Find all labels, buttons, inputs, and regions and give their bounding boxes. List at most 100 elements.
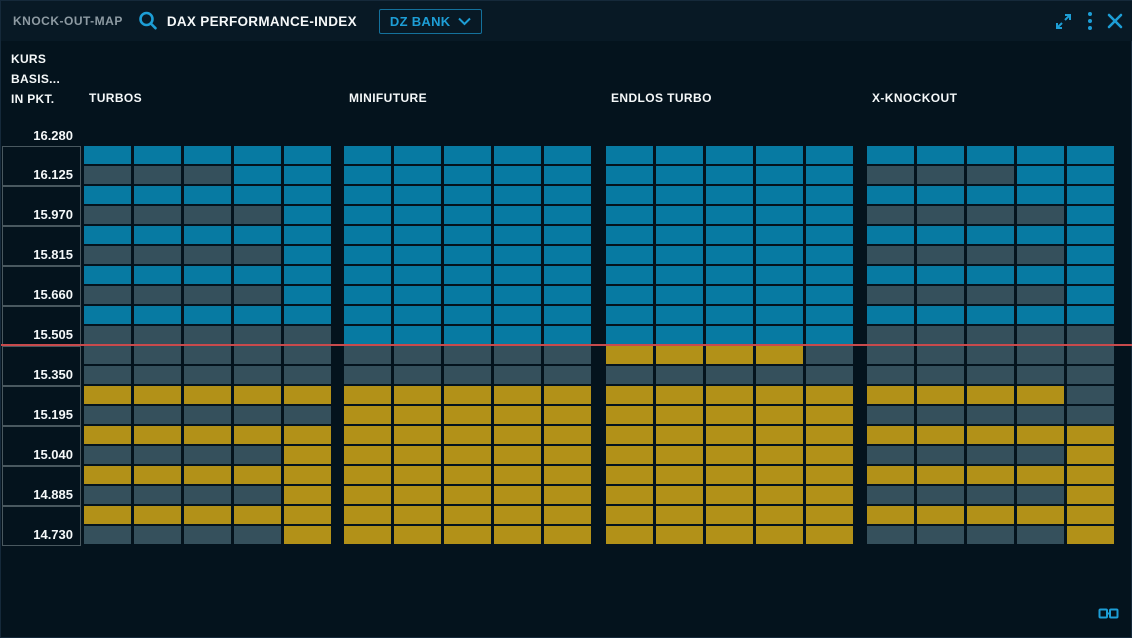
ko-cell-put-short-product[interactable] (84, 426, 131, 444)
ko-cell-put-short-product[interactable] (494, 506, 541, 524)
ko-cell-put-short-product[interactable] (656, 526, 703, 544)
ko-cell-call-long-product[interactable] (1067, 166, 1114, 184)
issuer-dropdown[interactable]: DZ BANK (379, 9, 483, 34)
ko-cell-put-short-product[interactable] (544, 406, 591, 424)
ko-cell-call-long-product[interactable] (806, 306, 853, 324)
ko-cell-put-short-product[interactable] (706, 486, 753, 504)
ko-cell-put-short-product[interactable] (606, 426, 653, 444)
ko-cell-call-long-product[interactable] (134, 146, 181, 164)
ko-cell-put-short-product[interactable] (444, 386, 491, 404)
ko-cell-put-short-product[interactable] (84, 466, 131, 484)
ko-cell-call-long-product[interactable] (444, 206, 491, 224)
ko-cell-call-long-product[interactable] (394, 226, 441, 244)
ko-cell-put-short-product[interactable] (656, 466, 703, 484)
ko-cell-call-long-product[interactable] (756, 306, 803, 324)
ko-cell-put-short-product[interactable] (394, 526, 441, 544)
ko-cell-call-long-product[interactable] (917, 226, 964, 244)
ko-cell-call-long-product[interactable] (606, 146, 653, 164)
ko-cell-call-long-product[interactable] (284, 286, 331, 304)
ko-cell-call-long-product[interactable] (234, 166, 281, 184)
ko-cell-put-short-product[interactable] (1067, 446, 1114, 464)
ko-cell-put-short-product[interactable] (1017, 426, 1064, 444)
ko-cell-call-long-product[interactable] (344, 166, 391, 184)
ko-cell-call-long-product[interactable] (444, 146, 491, 164)
ko-cell-call-long-product[interactable] (806, 226, 853, 244)
ko-cell-put-short-product[interactable] (656, 346, 703, 364)
ko-cell-put-short-product[interactable] (394, 426, 441, 444)
ko-cell-call-long-product[interactable] (344, 206, 391, 224)
ko-cell-call-long-product[interactable] (394, 186, 441, 204)
ko-cell-call-long-product[interactable] (656, 166, 703, 184)
ko-cell-put-short-product[interactable] (706, 386, 753, 404)
ko-cell-put-short-product[interactable] (344, 386, 391, 404)
ko-cell-call-long-product[interactable] (494, 186, 541, 204)
ko-cell-call-long-product[interactable] (84, 306, 131, 324)
ko-cell-call-long-product[interactable] (444, 306, 491, 324)
ko-cell-put-short-product[interactable] (756, 486, 803, 504)
ko-cell-put-short-product[interactable] (917, 386, 964, 404)
ko-cell-call-long-product[interactable] (756, 146, 803, 164)
ko-cell-call-long-product[interactable] (917, 186, 964, 204)
ko-cell-call-long-product[interactable] (756, 286, 803, 304)
ko-cell-put-short-product[interactable] (606, 506, 653, 524)
ko-cell-call-long-product[interactable] (344, 286, 391, 304)
ko-cell-put-short-product[interactable] (706, 506, 753, 524)
ko-cell-call-long-product[interactable] (134, 226, 181, 244)
ko-cell-call-long-product[interactable] (606, 186, 653, 204)
ko-cell-put-short-product[interactable] (967, 386, 1014, 404)
ko-cell-put-short-product[interactable] (344, 446, 391, 464)
ko-cell-put-short-product[interactable] (806, 426, 853, 444)
ko-cell-put-short-product[interactable] (1067, 426, 1114, 444)
ko-cell-put-short-product[interactable] (344, 466, 391, 484)
ko-cell-call-long-product[interactable] (806, 206, 853, 224)
ko-cell-call-long-product[interactable] (544, 166, 591, 184)
ko-cell-put-short-product[interactable] (806, 406, 853, 424)
ko-cell-put-short-product[interactable] (444, 506, 491, 524)
ko-cell-put-short-product[interactable] (706, 346, 753, 364)
ko-cell-call-long-product[interactable] (494, 306, 541, 324)
ko-cell-put-short-product[interactable] (544, 386, 591, 404)
ko-cell-call-long-product[interactable] (544, 266, 591, 284)
ko-cell-put-short-product[interactable] (656, 506, 703, 524)
ko-cell-put-short-product[interactable] (1017, 466, 1064, 484)
ko-cell-call-long-product[interactable] (656, 306, 703, 324)
ko-cell-put-short-product[interactable] (544, 466, 591, 484)
ko-cell-call-long-product[interactable] (84, 266, 131, 284)
ko-cell-call-long-product[interactable] (344, 186, 391, 204)
ko-cell-put-short-product[interactable] (84, 506, 131, 524)
ko-cell-put-short-product[interactable] (917, 426, 964, 444)
ko-cell-put-short-product[interactable] (706, 426, 753, 444)
ko-cell-put-short-product[interactable] (706, 526, 753, 544)
ko-cell-put-short-product[interactable] (806, 466, 853, 484)
ko-cell-call-long-product[interactable] (544, 326, 591, 344)
ko-cell-call-long-product[interactable] (544, 226, 591, 244)
ko-cell-put-short-product[interactable] (184, 466, 231, 484)
ko-cell-put-short-product[interactable] (394, 386, 441, 404)
ko-cell-call-long-product[interactable] (284, 266, 331, 284)
ko-cell-put-short-product[interactable] (706, 446, 753, 464)
ko-cell-call-long-product[interactable] (756, 266, 803, 284)
ko-cell-call-long-product[interactable] (1067, 146, 1114, 164)
ko-cell-call-long-product[interactable] (394, 206, 441, 224)
ko-cell-call-long-product[interactable] (344, 266, 391, 284)
ko-cell-call-long-product[interactable] (756, 186, 803, 204)
ko-cell-call-long-product[interactable] (867, 186, 914, 204)
ko-cell-call-long-product[interactable] (806, 186, 853, 204)
ko-cell-call-long-product[interactable] (1067, 306, 1114, 324)
ko-cell-call-long-product[interactable] (284, 186, 331, 204)
ko-cell-call-long-product[interactable] (656, 226, 703, 244)
ko-cell-call-long-product[interactable] (967, 226, 1014, 244)
ko-cell-call-long-product[interactable] (706, 286, 753, 304)
ko-cell-put-short-product[interactable] (134, 426, 181, 444)
ko-cell-put-short-product[interactable] (444, 526, 491, 544)
ko-cell-call-long-product[interactable] (656, 246, 703, 264)
ko-cell-call-long-product[interactable] (656, 266, 703, 284)
ko-cell-call-long-product[interactable] (606, 166, 653, 184)
ko-cell-put-short-product[interactable] (544, 506, 591, 524)
ko-cell-put-short-product[interactable] (806, 386, 853, 404)
ko-cell-put-short-product[interactable] (756, 406, 803, 424)
ko-cell-put-short-product[interactable] (494, 386, 541, 404)
ko-cell-call-long-product[interactable] (806, 166, 853, 184)
ko-cell-call-long-product[interactable] (967, 186, 1014, 204)
ko-cell-call-long-product[interactable] (394, 326, 441, 344)
